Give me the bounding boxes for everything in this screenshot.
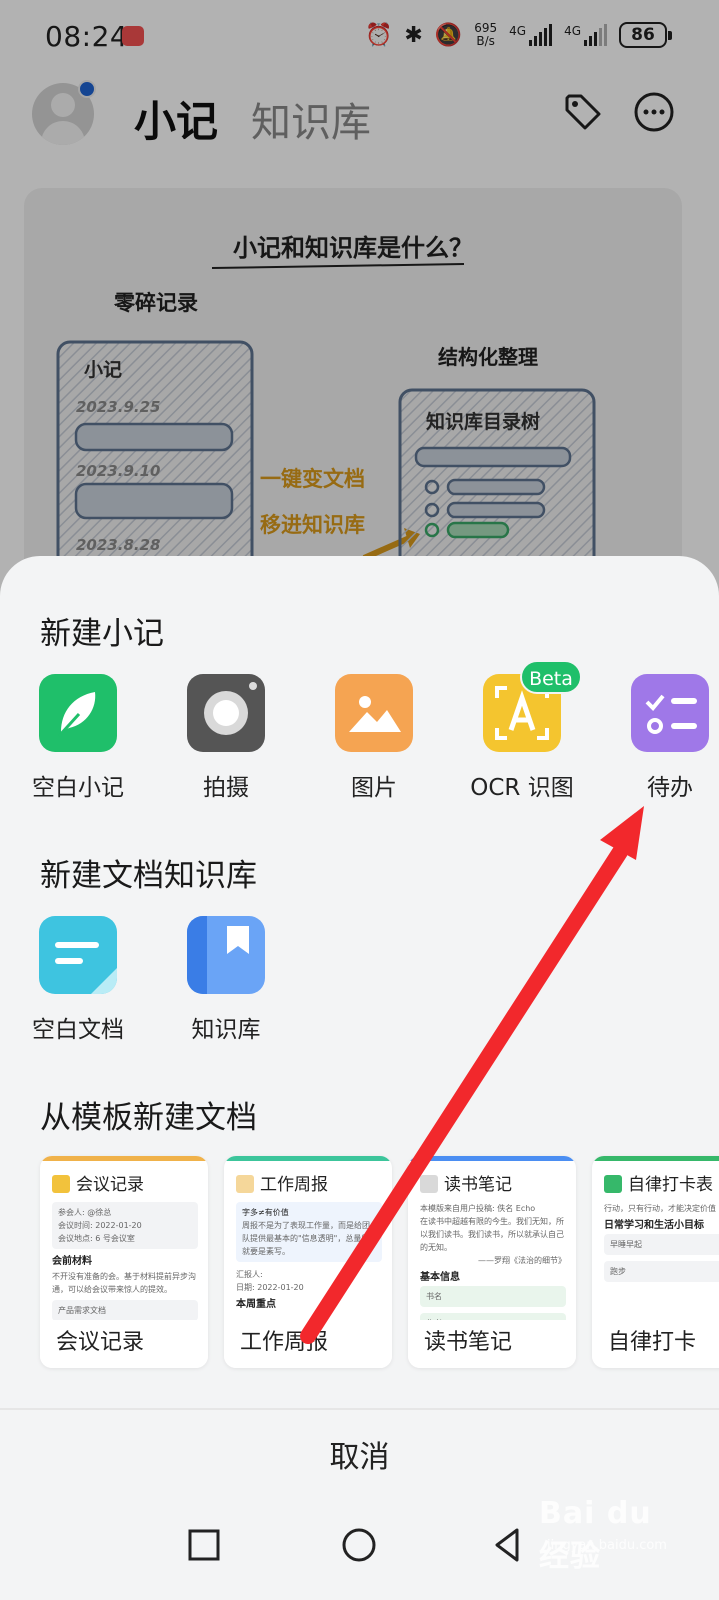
section-title-template: 从模板新建文档 — [40, 1100, 257, 1136]
template-label: 读书笔记 — [408, 1320, 576, 1368]
todo-button[interactable]: 待办 — [595, 674, 719, 802]
new-note-item-label: 图片 — [351, 775, 397, 801]
feather-icon — [39, 674, 117, 752]
beta-badge: Beta — [520, 660, 582, 694]
camera-icon — [187, 674, 265, 752]
template-label: 工作周报 — [224, 1320, 392, 1368]
template-card-meeting[interactable]: 会议记录 参会人: @徐总 会议时间: 2022-01-20 会议地点: 6 号… — [40, 1156, 208, 1368]
template-header: 自律打卡表 — [628, 1175, 713, 1195]
new-note-item-label: 拍摄 — [203, 775, 249, 801]
image-button[interactable]: 图片 — [299, 674, 449, 802]
cancel-button[interactable]: 取消 — [0, 1426, 719, 1490]
document-icon — [39, 916, 117, 994]
book-icon — [187, 916, 265, 994]
image-icon — [335, 674, 413, 752]
new-doc-item-label: 知识库 — [191, 1017, 261, 1043]
template-header: 会议记录 — [76, 1175, 144, 1195]
camera-button[interactable]: 拍摄 — [151, 674, 301, 802]
template-header: 工作周报 — [260, 1175, 328, 1195]
new-note-item-label: 空白小记 — [32, 775, 124, 801]
home-icon[interactable] — [336, 1522, 382, 1568]
memo-icon — [236, 1175, 254, 1193]
template-preview: 参会人: @徐总 会议时间: 2022-01-20 会议地点: 6 号会议室 会… — [52, 1202, 198, 1322]
new-blank-doc-button[interactable]: 空白文档 — [3, 916, 153, 1044]
template-preview: 行动，只有行动，才能决定价值 日常学习和生活小目标 早睡早起 跑步 — [604, 1202, 719, 1322]
new-doc-item-label: 空白文档 — [32, 1017, 124, 1043]
watermark: Bai du 经验 jingyan.baidu.com — [539, 1496, 667, 1574]
section-title-new-note: 新建小记 — [40, 616, 164, 652]
book-open-icon — [420, 1175, 438, 1193]
template-card-weekly-report[interactable]: 工作周报 字多≠有价值 周报不是为了表现工作量，而是给团队提供最基本的"信息透明… — [224, 1156, 392, 1368]
ocr-button[interactable]: OCR 识图 — [447, 674, 597, 802]
recent-apps-icon[interactable] — [181, 1522, 227, 1568]
template-preview: 本模版来自用户投稿: 佚名 Echo 在读书中超越有限的今生。我们无知，所以我们… — [420, 1202, 566, 1334]
new-note-item-label: OCR 识图 — [470, 775, 574, 801]
create-bottom-sheet: 新建小记 空白小记 拍摄 图片 OCR 识图 Beta 待办 新建文档知识库 空… — [0, 556, 719, 1600]
template-header: 读书笔记 — [444, 1175, 512, 1195]
folder-icon — [52, 1175, 70, 1193]
divider — [0, 1408, 719, 1410]
todo-icon — [631, 674, 709, 752]
template-label: 会议记录 — [40, 1320, 208, 1368]
check-icon — [604, 1175, 622, 1193]
section-title-new-doc: 新建文档知识库 — [40, 858, 257, 894]
new-note-item-label: 待办 — [647, 775, 693, 801]
template-card-habit-tracker[interactable]: 自律打卡表 行动，只有行动，才能决定价值 日常学习和生活小目标 早睡早起 跑步 … — [592, 1156, 719, 1368]
template-preview: 字多≠有价值 周报不是为了表现工作量，而是给团队提供最基本的"信息透明"，总量能… — [236, 1202, 382, 1322]
new-blank-note-button[interactable]: 空白小记 — [3, 674, 153, 802]
new-knowledge-base-button[interactable]: 知识库 — [151, 916, 301, 1044]
template-label: 自律打卡 — [592, 1320, 719, 1368]
back-icon[interactable] — [485, 1522, 531, 1568]
template-card-reading-notes[interactable]: 读书笔记 本模版来自用户投稿: 佚名 Echo 在读书中超越有限的今生。我们无知… — [408, 1156, 576, 1368]
